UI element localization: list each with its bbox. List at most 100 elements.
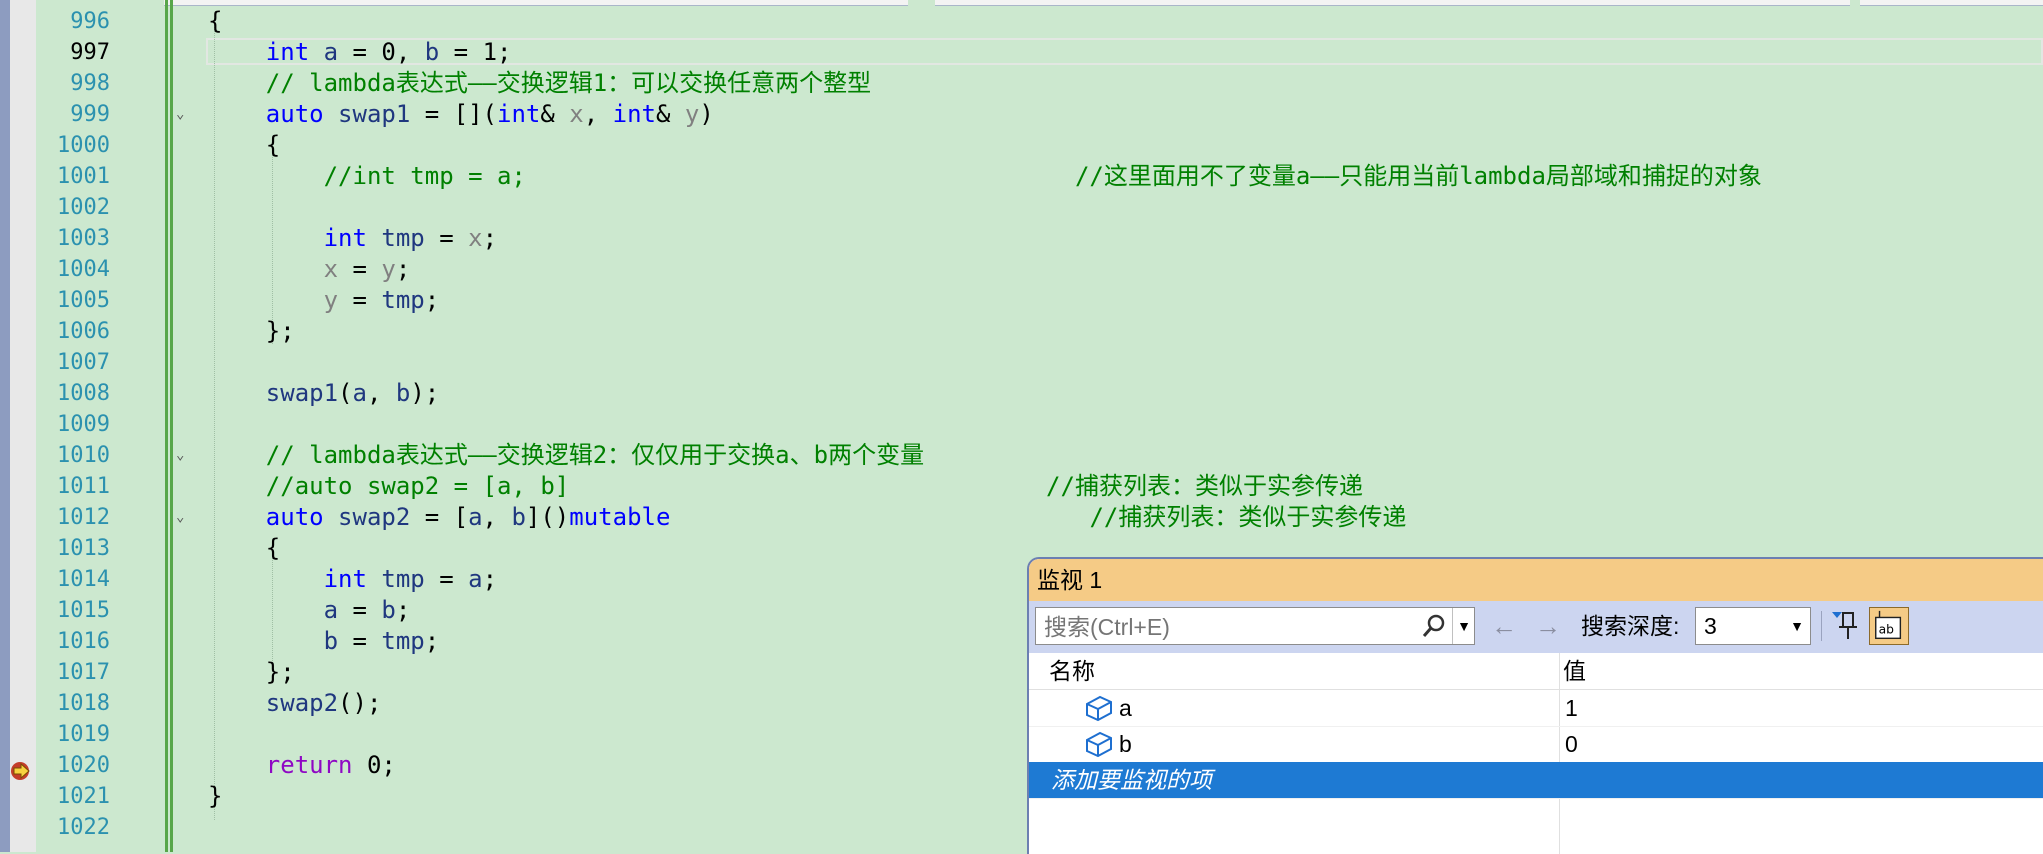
code-line[interactable]: 998 // lambda表达式——交换逻辑1：可以交换任意两个整型 [70, 68, 2043, 99]
code-line[interactable]: 1001 //int tmp = a; //这里面用不了变量a——只能用当前la… [57, 161, 2043, 192]
line-number: 1014 [57, 567, 110, 592]
variable-field-icon [1086, 731, 1112, 758]
line-number: 1002 [57, 195, 110, 220]
line-number: 1022 [57, 815, 110, 840]
toolbar-separator [1821, 611, 1822, 641]
code-token: = []( [410, 100, 497, 128]
code-token: ]() [525, 503, 570, 531]
code-token: b [323, 627, 339, 655]
watch-search-box[interactable]: ▼ [1035, 607, 1475, 646]
column-header-name[interactable]: 名称 [1049, 653, 1095, 689]
code-line[interactable]: 1005 y = tmp; [57, 285, 2043, 316]
code-text: a = b; [208, 595, 411, 626]
line-number: 1009 [57, 412, 110, 437]
watch-toolbar: ▼ ← → 搜索深度: 3 ▼ ab [1029, 601, 2043, 653]
code-token: x [468, 224, 483, 252]
watch-window[interactable]: 监视 1 ▼ ← → 搜索深度: 3 ▼ ab 名 [1027, 557, 2043, 854]
code-token: a [323, 596, 339, 624]
code-text: x = y; [208, 254, 411, 285]
code-line[interactable]: 1008 swap1(a, b); [57, 378, 2043, 409]
search-depth-select[interactable]: 3 ▼ [1695, 607, 1811, 645]
line-number: 1015 [57, 598, 110, 623]
code-line[interactable]: 1012 ⌄ auto swap2 = [a, b]()mutable //捕获列… [57, 502, 2043, 533]
watch-item-value[interactable]: 0 [1565, 726, 1578, 762]
code-token: tmp [381, 565, 425, 593]
code-token: b [381, 596, 396, 624]
search-icon[interactable] [1420, 612, 1448, 640]
forward-arrow-icon[interactable]: → [1535, 609, 1561, 643]
code-text: auto swap1 = [](int& x, int& y) [208, 99, 714, 130]
code-line[interactable]: 1004 x = y; [57, 254, 2043, 285]
code-text: return 0; [208, 750, 396, 781]
code-token: , [482, 503, 512, 531]
chevron-down-icon: ▼ [1790, 618, 1804, 634]
watch-row[interactable]: a1 [1029, 690, 2043, 727]
line-number: 1020 [57, 753, 110, 778]
code-token: }; [208, 658, 295, 686]
code-token: ); [410, 379, 440, 407]
code-text: //auto swap2 = [a, b] //捕获列表：类似于实参传递 [208, 471, 1363, 502]
code-line[interactable]: 1002 [57, 192, 2043, 223]
watch-item-name[interactable]: b [1119, 726, 1132, 762]
code-text: // lambda表达式——交换逻辑2：仅仅用于交换a、b两个变量 [208, 440, 924, 471]
filter-pin-icon[interactable] [1829, 609, 1861, 643]
code-text: swap2(); [208, 688, 382, 719]
fold-chevron-icon[interactable]: ⌄ [176, 510, 190, 524]
code-line[interactable]: 1007 [57, 347, 2043, 378]
hex-display-ab-icon[interactable]: ab [1869, 607, 1909, 645]
watch-item-value[interactable]: 1 [1565, 690, 1578, 726]
watch-search-input[interactable] [1036, 608, 1416, 646]
watch-item-name[interactable]: a [1119, 690, 1132, 726]
code-text: int tmp = x; [208, 223, 497, 254]
code-token: int [612, 100, 656, 128]
code-line[interactable]: 1010 ⌄ // lambda表达式——交换逻辑2：仅仅用于交换a、b两个变量 [57, 440, 2043, 471]
column-header-value[interactable]: 值 [1563, 653, 1586, 689]
watch-row[interactable]: b0 [1029, 726, 2043, 763]
line-number: 1007 [57, 350, 110, 375]
code-token: ; [482, 224, 498, 252]
code-token: = [424, 565, 469, 593]
code-line[interactable]: 996 { [70, 6, 2043, 37]
add-watch-item-row[interactable]: 添加要监视的项 [1029, 762, 2043, 799]
code-token: = 1; [439, 38, 512, 66]
code-token: //auto swap2 = [a, b] //捕获列表：类似于实参传递 [208, 472, 1363, 500]
line-number: 1012 [57, 505, 110, 530]
code-token: = [338, 627, 382, 655]
code-line[interactable]: 1000 { [57, 130, 2043, 161]
fold-chevron-icon[interactable]: ⌄ [176, 107, 190, 121]
chevron-down-icon[interactable]: ▼ [1452, 608, 1475, 644]
code-token: tmp [381, 627, 425, 655]
code-token: 0; [352, 751, 396, 779]
fold-chevron-icon[interactable]: ⌄ [176, 448, 190, 462]
code-line[interactable]: 1006 }; [57, 316, 2043, 347]
back-arrow-icon[interactable]: ← [1491, 609, 1517, 643]
code-token: { [208, 131, 281, 159]
line-number: 1021 [57, 784, 110, 809]
watch-grid-header: 名称 值 [1029, 653, 2043, 690]
code-line[interactable]: 999 ⌄ auto swap1 = [](int& x, int& y) [70, 99, 2043, 130]
code-line[interactable]: 1011 //auto swap2 = [a, b] //捕获列表：类似于实参传… [57, 471, 2043, 502]
code-token: int [323, 565, 367, 593]
line-number: 1017 [57, 660, 110, 685]
watch-window-title[interactable]: 监视 1 [1029, 559, 2043, 601]
search-depth-value: 3 [1704, 613, 1717, 639]
code-line[interactable]: 997 int a = 0, b = 1; [70, 37, 2043, 68]
code-token: swap2 [338, 503, 411, 531]
line-number: 1005 [57, 288, 110, 313]
code-line[interactable]: 1003 int tmp = x; [57, 223, 2043, 254]
code-line[interactable]: 1009 [57, 409, 2043, 440]
code-token: int [265, 38, 310, 66]
code-token: ; [395, 255, 411, 283]
code-text: { [208, 533, 280, 564]
add-watch-item-label[interactable]: 添加要监视的项 [1051, 762, 1212, 798]
code-token: { [208, 7, 223, 35]
